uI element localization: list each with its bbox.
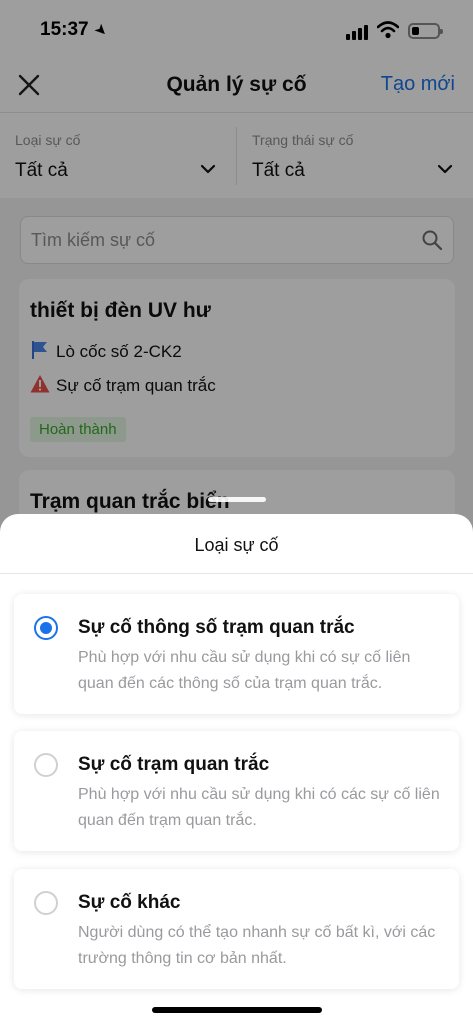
option-monitoring-station-incident[interactable]: Sự cố trạm quan trắc Phù hợp với nhu cầu… [14, 731, 459, 851]
option-description: Người dùng có thể tạo nhanh sự cố bất kì… [78, 924, 436, 967]
home-indicator [152, 1007, 322, 1013]
radio-button[interactable] [34, 753, 58, 777]
option-title: Sự cố trạm quan trắc [78, 754, 270, 775]
sheet-drag-handle[interactable] [208, 497, 266, 502]
sheet-title: Loại sự cố [194, 535, 279, 555]
sheet-divider [0, 573, 473, 574]
option-monitoring-parameter-incident[interactable]: Sự cố thông số trạm quan trắc Phù hợp vớ… [14, 594, 459, 714]
option-title: Sự cố thông số trạm quan trắc [78, 617, 355, 638]
option-description: Phù hợp với nhu cầu sử dụng khi có các s… [78, 786, 440, 829]
incident-type-sheet: Loại sự cố Sự cố thông số trạm quan trắc… [0, 514, 473, 1024]
radio-button-selected[interactable] [34, 616, 58, 640]
option-description: Phù hợp với nhu cầu sử dụng khi có sự cố… [78, 649, 411, 692]
radio-button[interactable] [34, 891, 58, 915]
option-title: Sự cố khác [78, 892, 181, 913]
option-other-incident[interactable]: Sự cố khác Người dùng có thể tạo nhanh s… [14, 869, 459, 989]
